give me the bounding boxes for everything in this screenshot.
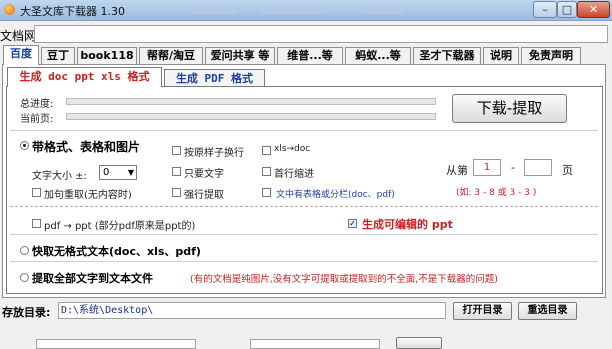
- page-unit-label: 页: [562, 164, 573, 177]
- close-button[interactable]: ✕: [577, 1, 610, 18]
- tab-baidu[interactable]: 百度: [3, 45, 39, 65]
- font-size-value: 0: [103, 167, 110, 178]
- blurred-title-text: [360, 4, 402, 14]
- editable-ppt-checkbox[interactable]: ✓: [348, 219, 357, 228]
- subtab-doc-ppt-xls[interactable]: 生成 doc ppt xls 格式: [7, 67, 162, 87]
- formatted-label: 带格式、表格和图片: [32, 140, 141, 154]
- table-columns-checkbox[interactable]: [262, 188, 271, 197]
- save-dir-input[interactable]: D:\系统\Desktop\: [58, 302, 446, 319]
- page-range-dash: -: [511, 161, 515, 174]
- page-to-input[interactable]: [524, 159, 552, 176]
- page-range-hint: (如: 3 - 8 或 3 - 3 ): [456, 188, 537, 198]
- tab-shengcai[interactable]: 圣才下载器: [413, 47, 481, 64]
- blurred-title-text: [190, 4, 238, 14]
- extract-all-radio[interactable]: [20, 273, 29, 282]
- minimize-button[interactable]: –: [533, 1, 557, 18]
- pdf-to-ppt-checkbox[interactable]: [32, 219, 41, 228]
- open-dir-button[interactable]: 打开目录: [453, 302, 512, 320]
- current-page-progress-bar: [66, 113, 436, 120]
- force-extract-checkbox[interactable]: [172, 188, 181, 197]
- divider: [10, 130, 598, 131]
- maximize-button[interactable]: □: [557, 1, 577, 18]
- font-size-label: 文字大小 ±:: [32, 171, 87, 182]
- tab-help[interactable]: 说明: [483, 47, 519, 64]
- page-from-input[interactable]: 1: [473, 159, 501, 176]
- chevron-down-icon: ▼: [127, 168, 134, 177]
- table-columns-label: 文中有表格或分栏(doc、pdf): [276, 190, 395, 200]
- quick-text-label: 快取无格式文本(doc、xls、pdf): [32, 245, 201, 258]
- tab-mayi[interactable]: 蚂蚁...等: [345, 47, 411, 64]
- first-indent-label: 首行缩进: [274, 169, 314, 180]
- partial-input[interactable]: [250, 339, 380, 349]
- tab-weipu[interactable]: 维普...等: [277, 47, 343, 64]
- extract-all-note: (有的文档是纯图片,没有文字可提取或提取到的不全面,不是下载器的问题): [190, 274, 498, 285]
- app-icon: [4, 4, 15, 15]
- editable-ppt-label: 生成可编辑的 ppt: [362, 218, 453, 231]
- text-only-checkbox[interactable]: [172, 167, 181, 176]
- save-dir-label: 存放目录:: [2, 306, 51, 319]
- pdf-to-ppt-label: pdf → ppt (部分pdf原来是ppt的): [44, 221, 196, 232]
- url-input[interactable]: [34, 25, 608, 43]
- xls-to-doc-label: xls→doc: [274, 144, 311, 154]
- text-only-label: 只要文字: [184, 169, 224, 180]
- blurred-title-text: [262, 4, 328, 14]
- subtab-pdf[interactable]: 生成 PDF 格式: [164, 69, 265, 87]
- extract-all-label: 提取全部文字到文本文件: [32, 272, 153, 285]
- formatted-radio[interactable]: [20, 141, 29, 150]
- tab-book118[interactable]: book118: [77, 47, 137, 64]
- window-title: 大圣文库下载器 1.30: [20, 5, 125, 18]
- divider: [10, 261, 598, 262]
- force-extract-label: 强行提取: [184, 190, 224, 201]
- dashed-divider: [10, 206, 598, 207]
- tab-disclaimer[interactable]: 免责声明: [521, 47, 581, 64]
- tab-douding[interactable]: 豆丁: [41, 47, 75, 64]
- current-page-label: 当前页:: [20, 114, 54, 125]
- font-size-select[interactable]: 0 ▼: [99, 165, 137, 180]
- partial-input[interactable]: [36, 339, 196, 349]
- xls-to-doc-checkbox[interactable]: [262, 146, 271, 155]
- page-from-label: 从第: [446, 164, 468, 177]
- tab-bangbang[interactable]: 帮帮/淘豆: [139, 47, 203, 64]
- retry-label: 加句重取(无内容时): [44, 190, 132, 201]
- download-extract-button[interactable]: 下载-提取: [452, 94, 567, 123]
- first-indent-checkbox[interactable]: [262, 167, 271, 176]
- tab-aiwen[interactable]: 爱问共享 等: [205, 47, 275, 64]
- by-sample-label: 按原样子换行: [184, 148, 244, 159]
- reselect-dir-button[interactable]: 重选目录: [518, 302, 577, 320]
- total-progress-label: 总进度:: [20, 99, 54, 110]
- by-sample-checkbox[interactable]: [172, 146, 181, 155]
- retry-checkbox[interactable]: [32, 188, 41, 197]
- total-progress-bar: [66, 98, 436, 105]
- partial-button[interactable]: [396, 337, 442, 349]
- divider: [10, 234, 598, 235]
- quick-text-radio[interactable]: [20, 246, 29, 255]
